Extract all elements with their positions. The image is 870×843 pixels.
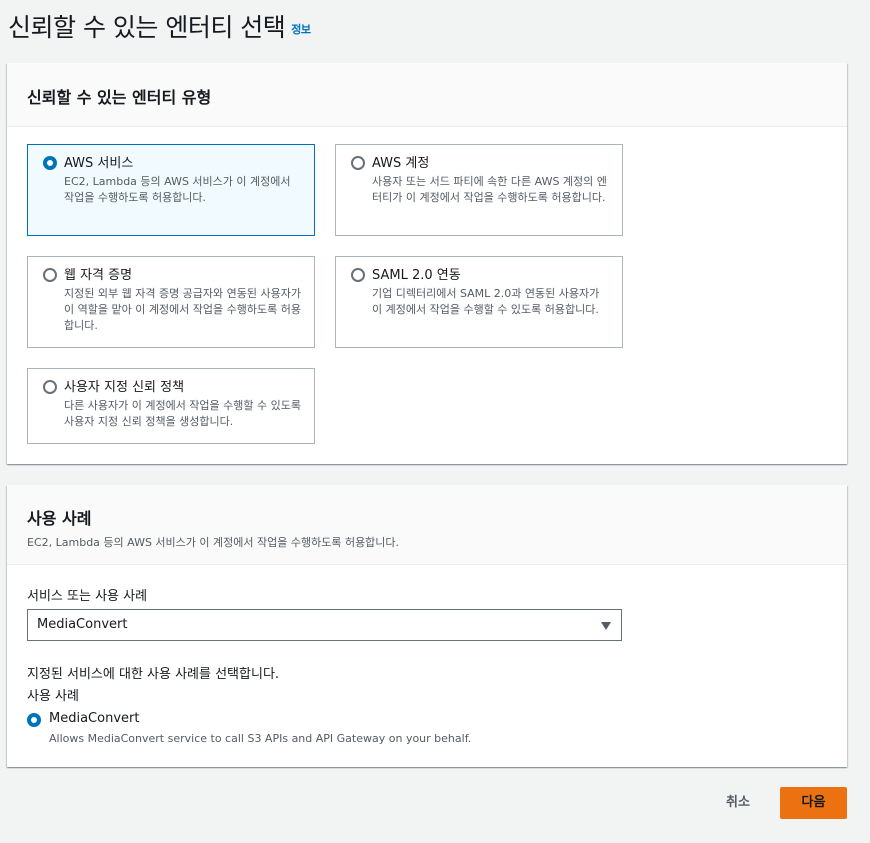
radio-web-identity[interactable] xyxy=(43,268,57,282)
info-link[interactable]: 정보 xyxy=(291,23,311,36)
tile-label: AWS 서비스 xyxy=(64,156,134,171)
next-button[interactable]: 다음 xyxy=(780,787,847,819)
use-case-panel: 사용 사례 EC2, Lambda 등의 AWS 서비스가 이 계정에서 작업을… xyxy=(7,485,847,767)
tile-label: 웹 자격 증명 xyxy=(64,268,133,283)
tile-label: 사용자 지정 신뢰 정책 xyxy=(64,380,185,395)
caret-down-icon xyxy=(601,622,611,630)
tile-label: SAML 2.0 연동 xyxy=(372,268,461,283)
radio-aws-service[interactable] xyxy=(43,156,57,170)
panel-header: 사용 사례 EC2, Lambda 등의 AWS 서비스가 이 계정에서 작업을… xyxy=(7,485,847,565)
radio-use-case-mediaconvert[interactable] xyxy=(27,713,41,727)
tile-aws-account[interactable]: AWS 계정 사용자 또는 서드 파티에 속한 다른 AWS 계정의 엔터티가 … xyxy=(335,144,623,236)
tile-description: EC2, Lambda 등의 AWS 서비스가 이 계정에서 작업을 수행하도록… xyxy=(64,175,291,204)
service-select-value: MediaConvert xyxy=(37,617,128,632)
tile-custom-trust-policy[interactable]: 사용자 지정 신뢰 정책 다른 사용자가 이 계정에서 작업을 수행할 수 있도… xyxy=(27,368,315,444)
radio-saml-federation[interactable] xyxy=(351,268,365,282)
tile-saml-federation[interactable]: SAML 2.0 연동 기업 디렉터리에서 SAML 2.0과 연동된 사용자가… xyxy=(335,256,623,348)
radio-custom-trust-policy[interactable] xyxy=(43,380,57,394)
page-title: 신뢰할 수 있는 엔터티 선택 정보 xyxy=(8,8,311,44)
use-case-option-label[interactable]: MediaConvert xyxy=(49,711,139,726)
panel-title: 신뢰할 수 있는 엔터티 유형 xyxy=(27,88,212,107)
tile-label: AWS 계정 xyxy=(372,156,430,171)
use-case-label: 사용 사례 xyxy=(27,689,79,704)
cancel-button[interactable]: 취소 xyxy=(714,787,762,819)
tile-description: 지정된 외부 웹 자격 증명 공급자와 연동된 사용자가 이 역할을 맡아 이 … xyxy=(64,287,301,332)
tile-description: 기업 디렉터리에서 SAML 2.0과 연동된 사용자가 이 계정에서 작업을 … xyxy=(372,287,600,316)
use-case-hint: 지정된 서비스에 대한 사용 사례를 선택합니다. xyxy=(27,667,280,682)
panel-header: 신뢰할 수 있는 엔터티 유형 xyxy=(7,63,847,127)
panel-description: EC2, Lambda 등의 AWS 서비스가 이 계정에서 작업을 수행하도록… xyxy=(27,536,400,549)
tile-description: 사용자 또는 서드 파티에 속한 다른 AWS 계정의 엔터티가 이 계정에서 … xyxy=(372,175,607,204)
page-title-text: 신뢰할 수 있는 엔터티 선택 xyxy=(8,13,286,42)
use-case-option-description: Allows MediaConvert service to call S3 A… xyxy=(49,732,472,745)
service-select[interactable]: MediaConvert xyxy=(27,609,622,641)
radio-aws-account[interactable] xyxy=(351,156,365,170)
tile-description: 다른 사용자가 이 계정에서 작업을 수행할 수 있도록 사용자 지정 신뢰 정… xyxy=(64,399,301,428)
tile-aws-service[interactable]: AWS 서비스 EC2, Lambda 등의 AWS 서비스가 이 계정에서 작… xyxy=(27,144,315,236)
panel-title: 사용 사례 xyxy=(27,509,92,528)
service-select-label: 서비스 또는 사용 사례 xyxy=(27,589,148,604)
tile-web-identity[interactable]: 웹 자격 증명 지정된 외부 웹 자격 증명 공급자와 연동된 사용자가 이 역… xyxy=(27,256,315,348)
trusted-entity-type-panel: 신뢰할 수 있는 엔터티 유형 AWS 서비스 EC2, Lambda 등의 A… xyxy=(7,63,847,464)
